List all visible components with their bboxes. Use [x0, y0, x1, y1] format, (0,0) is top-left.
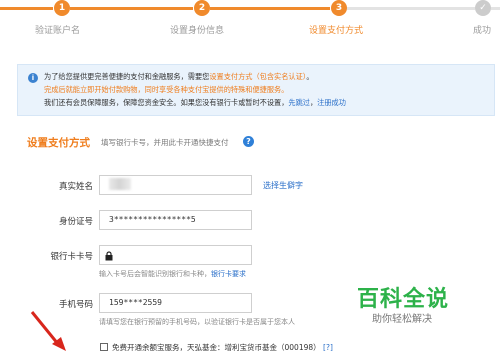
watermark-logo-text: 百科全说 [357, 287, 450, 312]
watermark-tagline: 助你轻松解决 [372, 314, 432, 325]
